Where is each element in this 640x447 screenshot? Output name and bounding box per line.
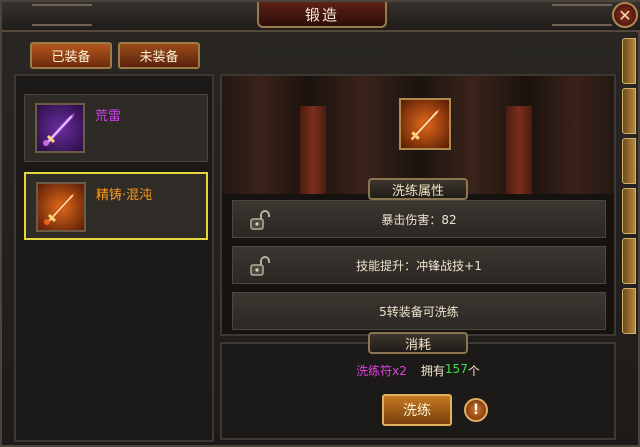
tab-unequipped[interactable]: 未装备 <box>118 42 200 69</box>
window-title: 锻造 <box>257 2 387 28</box>
title-ornament-right <box>552 4 612 26</box>
title-bar: 锻造 <box>2 2 640 32</box>
item-name: 荒雷 <box>95 109 122 124</box>
cost-section-label: 消耗 <box>368 332 468 354</box>
unlock-icon[interactable] <box>249 255 271 277</box>
selected-weapon-icon <box>399 98 451 150</box>
forge-window: 锻造 ✕ 已装备 未装备 荒雷 精铸·混沌 洗练属性 暴击伤害：82 技能提升：… <box>0 0 640 447</box>
pillar-decoration <box>300 106 326 194</box>
side-tab[interactable] <box>622 288 636 334</box>
attributes-section-label: 洗练属性 <box>368 178 468 200</box>
list-item-huanglei[interactable]: 荒雷 <box>24 94 208 162</box>
item-name: 精铸·混沌 <box>96 188 153 203</box>
unlock-icon[interactable] <box>249 209 271 231</box>
side-tab[interactable] <box>622 238 636 284</box>
attribute-text: 技能提升：冲锋战技+1 <box>356 258 482 273</box>
tab-equipped[interactable]: 已装备 <box>30 42 112 69</box>
pillar-decoration <box>506 106 532 194</box>
attribute-row-skill: 技能提升：冲锋战技+1 <box>232 246 606 284</box>
orange-sword-icon <box>36 182 86 232</box>
title-ornament-left <box>32 4 92 26</box>
attribute-text: 5转装备可洗练 <box>379 304 459 319</box>
own-suffix: 个 <box>467 364 480 378</box>
side-tab[interactable] <box>622 88 636 134</box>
close-button[interactable]: ✕ <box>612 2 638 28</box>
wash-button[interactable]: 洗练 <box>382 394 452 426</box>
cost-line: 洗练符x2 拥有 157 个 <box>222 362 614 379</box>
cost-panel: 消耗 洗练符x2 拥有 157 个 洗练 ! <box>220 332 616 440</box>
own-count: 157 <box>444 362 468 376</box>
attribute-row-crit: 暴击伤害：82 <box>232 200 606 238</box>
side-tab-strip <box>622 38 638 438</box>
attribute-text: 暴击伤害：82 <box>381 212 457 227</box>
list-item-jingzhu-hundun[interactable]: 精铸·混沌 <box>24 172 208 240</box>
equipment-list: 荒雷 精铸·混沌 <box>14 74 214 442</box>
exclamation-icon[interactable]: ! <box>464 398 488 422</box>
purple-sword-icon <box>35 103 85 153</box>
own-prefix: 拥有 <box>420 364 445 378</box>
forge-scene-background <box>222 76 614 194</box>
side-tab[interactable] <box>622 188 636 234</box>
side-tab[interactable] <box>622 138 636 184</box>
cost-item-name: 洗练符x2 <box>356 364 407 378</box>
refine-panel: 洗练属性 暴击伤害：82 技能提升：冲锋战技+1 5转装备可洗练 <box>220 74 616 336</box>
attribute-row-locked-hint: 5转装备可洗练 <box>232 292 606 330</box>
side-tab[interactable] <box>622 38 636 84</box>
